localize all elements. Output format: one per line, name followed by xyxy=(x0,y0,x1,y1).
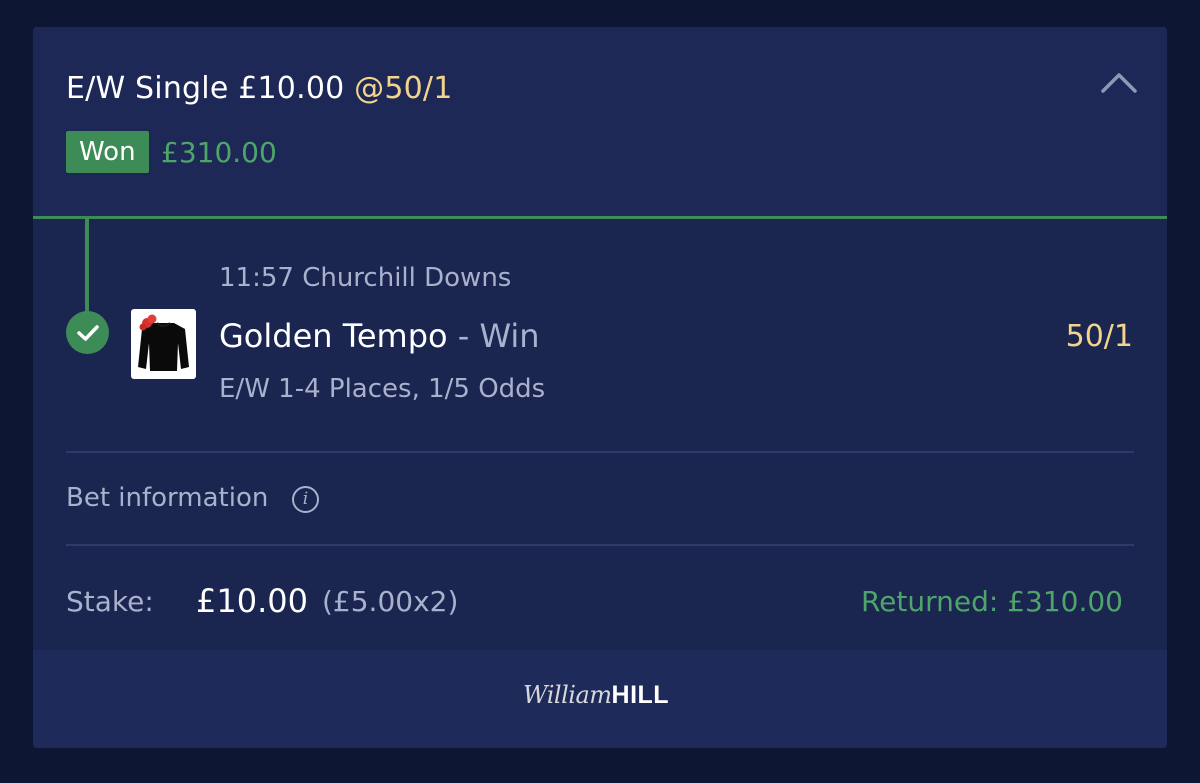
check-icon xyxy=(66,311,109,354)
stake-split: (£5.00x2) xyxy=(322,585,459,618)
returned-amount: Returned: £310.00 xyxy=(860,585,1123,618)
leg-connector-line xyxy=(85,219,89,317)
bet-information-link[interactable]: Bet information xyxy=(66,483,268,513)
divider xyxy=(66,544,1134,546)
selection-line: Golden Tempo - Win xyxy=(219,317,540,355)
chevron-up-icon[interactable] xyxy=(1099,67,1139,97)
william-hill-logo: WilliamHILL xyxy=(523,681,669,715)
jockey-silk-icon xyxy=(131,309,196,379)
header-divider xyxy=(33,216,1167,219)
status-badge: Won xyxy=(66,131,149,173)
bet-type-stake: E/W Single £10.00 xyxy=(66,71,345,106)
footer: WilliamHILL xyxy=(33,650,1167,748)
info-icon[interactable]: i xyxy=(292,486,319,513)
each-way-terms: E/W 1-4 Places, 1/5 Odds xyxy=(219,374,546,404)
bet-title: E/W Single £10.00 @50/1 xyxy=(66,71,453,106)
horse-name: Golden Tempo xyxy=(219,317,448,355)
divider xyxy=(66,451,1134,453)
bet-card: E/W Single £10.00 @50/1 Won £310.00 11:5… xyxy=(33,27,1167,748)
logo-script: William xyxy=(523,681,612,709)
selection-odds: 50/1 xyxy=(1065,319,1133,354)
market-name: Win xyxy=(479,317,540,355)
bet-odds: @50/1 xyxy=(354,71,453,106)
stake-value: £10.00 xyxy=(196,582,308,620)
winnings-amount: £310.00 xyxy=(161,136,277,169)
logo-bold: HILL xyxy=(611,681,670,709)
selection-separator: - xyxy=(447,317,480,355)
stake-label: Stake: xyxy=(66,585,154,618)
race-time-venue: 11:57 Churchill Downs xyxy=(219,263,512,293)
bet-header[interactable]: E/W Single £10.00 @50/1 Won £310.00 xyxy=(33,27,1167,217)
